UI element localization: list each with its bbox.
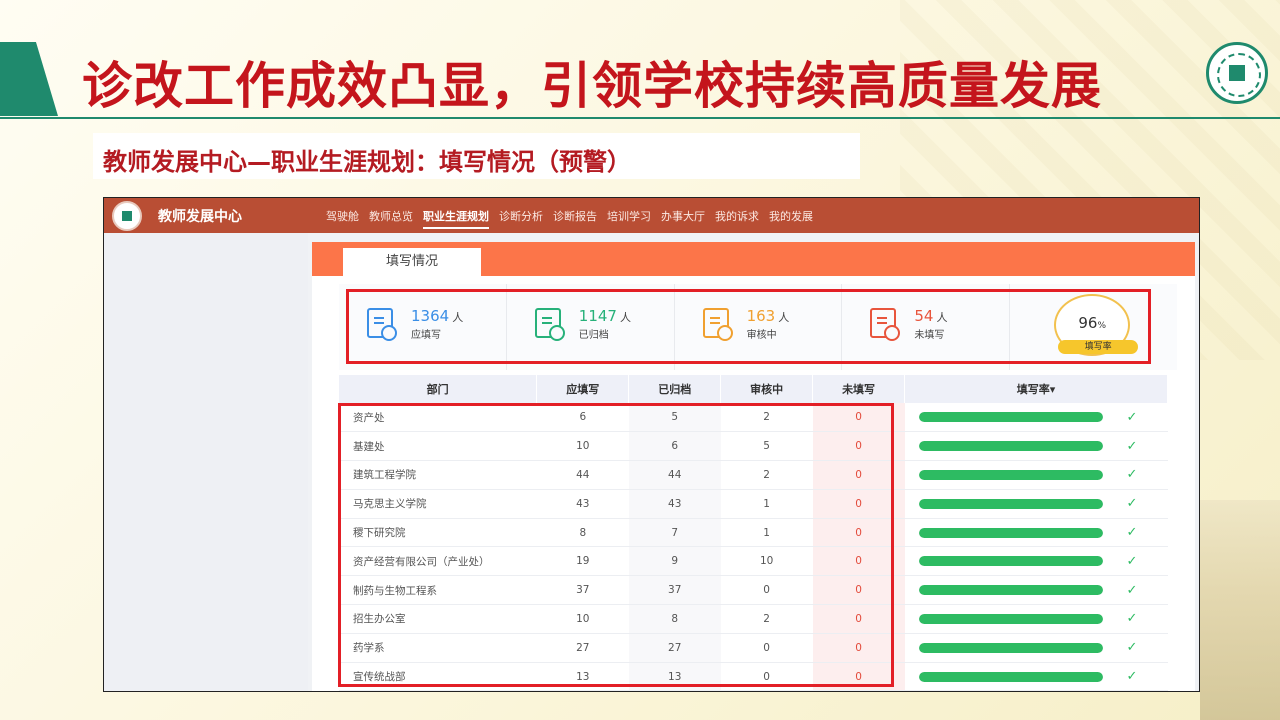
highlight-box-table xyxy=(338,403,894,687)
progress-fill xyxy=(918,585,1103,596)
sort-header-rate[interactable]: 填写率▾ xyxy=(904,375,1168,403)
progress-bar xyxy=(918,469,1103,480)
nav-item[interactable]: 办事大厅 xyxy=(661,208,705,229)
check-icon: ✓ xyxy=(1126,467,1138,483)
tab-fill-status[interactable]: 填写情况 xyxy=(343,248,481,276)
rate-cell: ✓ xyxy=(904,431,1168,462)
nav-item[interactable]: 教师总览 xyxy=(369,208,413,229)
campus-photo-decoration xyxy=(1200,500,1280,720)
table-header: 部门 应填写 已归档 审核中 未填写 填写率▾ xyxy=(339,375,1168,403)
slide-subtitle: 教师发展中心—职业生涯规划：填写情况（预警） xyxy=(93,133,860,179)
progress-fill xyxy=(918,671,1103,682)
column-header: 审核中 xyxy=(720,375,814,403)
nav-menu: 驾驶舱 教师总览 职业生涯规划 诊断分析 诊断报告 培训学习 办事大厅 我的诉求 我的发展 xyxy=(326,208,823,229)
progress-fill xyxy=(918,469,1103,480)
progress-fill xyxy=(918,613,1103,624)
check-icon: ✓ xyxy=(1126,582,1138,598)
rate-cell: ✓ xyxy=(904,662,1168,691)
nav-item[interactable]: 驾驶舱 xyxy=(326,208,359,229)
column-header: 未填写 xyxy=(812,375,906,403)
rate-cell: ✓ xyxy=(904,489,1168,519)
rate-cell: ✓ xyxy=(904,403,1168,433)
title-divider xyxy=(0,117,1280,119)
progress-bar xyxy=(918,613,1103,624)
progress-fill xyxy=(918,498,1103,509)
check-icon: ✓ xyxy=(1126,496,1138,512)
progress-fill xyxy=(918,642,1103,653)
rate-cell: ✓ xyxy=(904,604,1168,634)
progress-fill xyxy=(918,412,1103,423)
app-logo-icon[interactable] xyxy=(112,201,142,231)
check-icon: ✓ xyxy=(1126,553,1138,569)
slide-title: 诊改工作成效凸显，引领学校持续高质量发展 xyxy=(82,57,1102,115)
tab-strip: 填写情况 xyxy=(312,242,1195,276)
check-icon: ✓ xyxy=(1126,438,1138,454)
top-navbar: 教师发展中心 驾驶舱 教师总览 职业生涯规划 诊断分析 诊断报告 培训学习 办事大厅 我的诉求… xyxy=(104,198,1199,233)
nav-item[interactable]: 诊断报告 xyxy=(553,208,597,229)
check-icon: ✓ xyxy=(1126,640,1138,656)
rate-cell: ✓ xyxy=(904,546,1168,577)
column-header: 应填写 xyxy=(536,375,630,403)
check-icon: ✓ xyxy=(1126,409,1138,425)
nav-item[interactable]: 诊断分析 xyxy=(499,208,543,229)
progress-bar xyxy=(918,412,1103,423)
title-accent xyxy=(0,42,58,116)
progress-fill xyxy=(918,441,1103,452)
check-icon: ✓ xyxy=(1126,669,1138,685)
left-sidebar xyxy=(104,233,308,691)
progress-fill xyxy=(918,527,1103,538)
highlight-box-stats xyxy=(346,289,1151,364)
rate-cell: ✓ xyxy=(904,633,1168,663)
rate-cell: ✓ xyxy=(904,460,1168,490)
nav-item[interactable]: 职业生涯规划 xyxy=(423,208,489,229)
progress-bar xyxy=(918,527,1103,538)
app-brand[interactable]: 教师发展中心 xyxy=(158,206,242,226)
progress-bar xyxy=(918,671,1103,682)
progress-bar xyxy=(918,441,1103,452)
rate-cell: ✓ xyxy=(904,518,1168,548)
column-header: 已归档 xyxy=(628,375,722,403)
rate-cell: ✓ xyxy=(904,575,1168,606)
nav-item[interactable]: 我的发展 xyxy=(769,208,813,229)
progress-fill xyxy=(918,556,1103,567)
progress-bar xyxy=(918,498,1103,509)
progress-bar xyxy=(918,556,1103,567)
nav-item[interactable]: 培训学习 xyxy=(607,208,651,229)
school-logo-icon xyxy=(1206,42,1268,104)
check-icon: ✓ xyxy=(1126,611,1138,627)
progress-bar xyxy=(918,585,1103,596)
nav-item[interactable]: 我的诉求 xyxy=(715,208,759,229)
column-header: 部门 xyxy=(339,375,538,403)
check-icon: ✓ xyxy=(1126,525,1138,541)
progress-bar xyxy=(918,642,1103,653)
